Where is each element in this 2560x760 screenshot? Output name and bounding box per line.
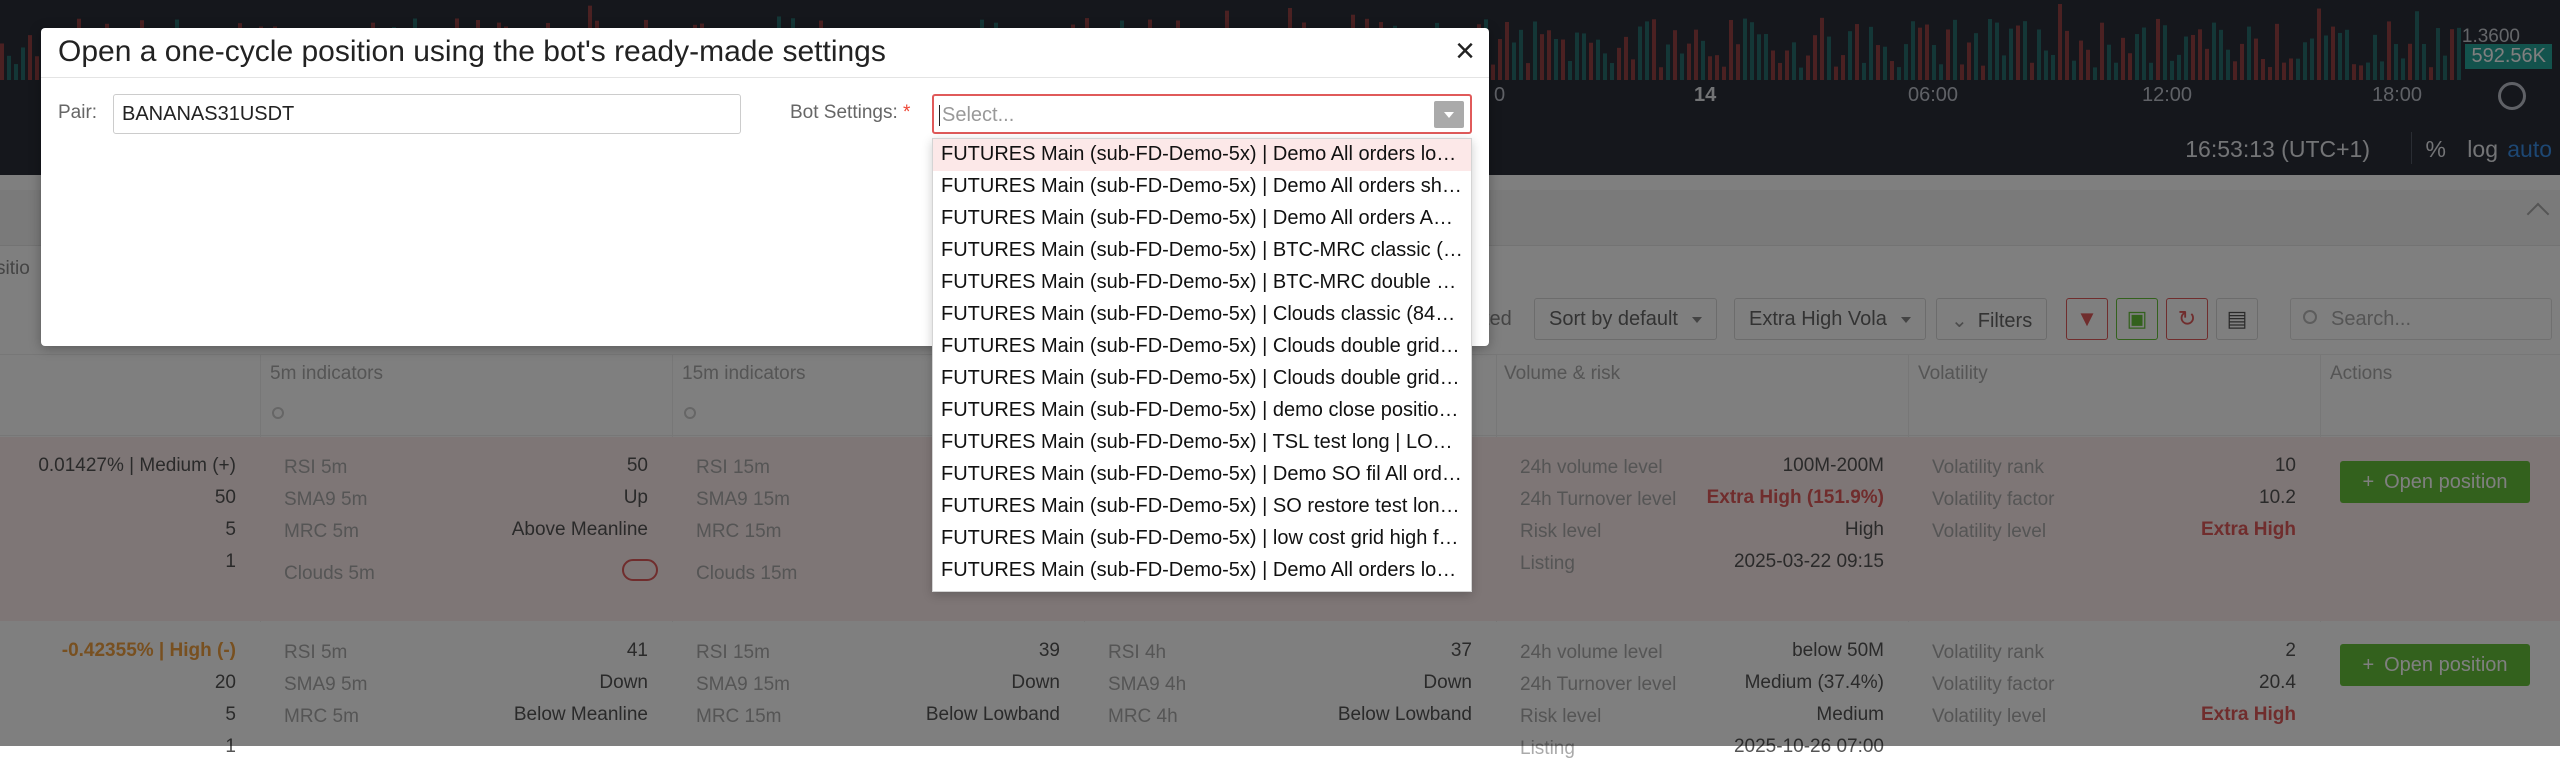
required-mark: *	[903, 102, 911, 123]
chevron-down-icon[interactable]	[1434, 101, 1464, 128]
dropdown-option[interactable]: FUTURES Main (sub-FD-Demo-5x) | demo clo…	[933, 395, 1471, 427]
dropdown-option[interactable]: FUTURES Main (sub-FD-Demo-5x) | Demo SO …	[933, 459, 1471, 491]
dropdown-option[interactable]: FUTURES Main (sub-FD-Demo-5x) | TSL test…	[933, 427, 1471, 459]
bot-settings-label: Bot Settings: *	[790, 102, 910, 124]
dropdown-option[interactable]: FUTURES Main (sub-FD-Demo-5x) | Clouds d…	[933, 331, 1471, 363]
bot-settings-label-text: Bot Settings:	[790, 102, 898, 123]
dropdown-option[interactable]: FUTURES Main (sub-FD-Demo-5x) | Clouds d…	[933, 363, 1471, 395]
bot-settings-dropdown[interactable]: FUTURES Main (sub-FD-Demo-5x) | Demo All…	[932, 138, 1472, 592]
bot-settings-select[interactable]: Select...	[932, 94, 1472, 134]
dropdown-option[interactable]: FUTURES Main (sub-FD-Demo-5x) | Demo All…	[933, 203, 1471, 235]
dropdown-option[interactable]: FUTURES Main (sub-FD-Demo-5x) | Demo All…	[933, 171, 1471, 203]
dropdown-option[interactable]: FUTURES Main (sub-FD-Demo-5x) | Demo All…	[933, 139, 1471, 171]
dropdown-option[interactable]: FUTURES Main (sub-FD-Demo-5x) | BTC-MRC …	[933, 267, 1471, 299]
close-icon[interactable]: ×	[1455, 34, 1475, 68]
select-placeholder: Select...	[938, 104, 1015, 126]
dialog-header: Open a one-cycle position using the bot'…	[41, 28, 1489, 78]
pair-label: Pair:	[58, 102, 98, 123]
dropdown-option[interactable]: FUTURES Main (sub-FD-Demo-5x) | Clouds c…	[933, 299, 1471, 331]
dropdown-option[interactable]: FUTURES Main (sub-FD-Demo-5x) | low cost…	[933, 523, 1471, 555]
dropdown-option[interactable]: FUTURES Main (sub-FD-Demo-5x) | BTC-MRC …	[933, 235, 1471, 267]
pair-input[interactable]	[113, 94, 741, 134]
dialog-title: Open a one-cycle position using the bot'…	[58, 35, 886, 68]
dropdown-option[interactable]: FUTURES Main (sub-FD-Demo-5x) | SO resto…	[933, 491, 1471, 523]
dropdown-option[interactable]: FUTURES Main (sub-FD-Demo-5x) | Demo All…	[933, 555, 1471, 587]
